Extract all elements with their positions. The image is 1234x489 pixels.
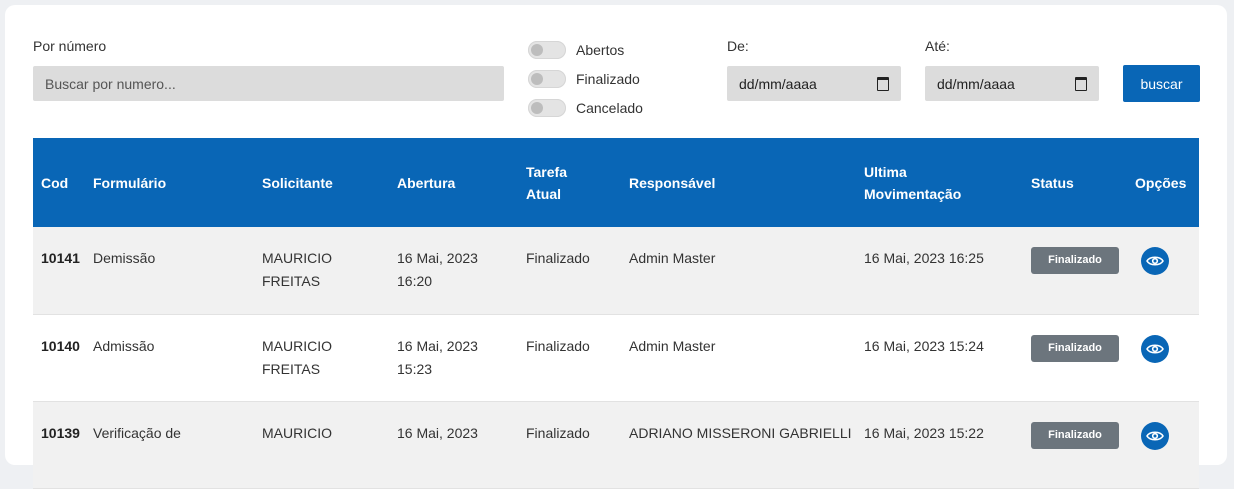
date-from-input[interactable]: dd/mm/aaaa [727, 66, 901, 101]
date-to-input[interactable]: dd/mm/aaaa [925, 66, 1099, 101]
table-row[interactable]: 10139 Verificação de MAURICIO 16 Mai, 20… [33, 401, 1199, 488]
abertura-date: 16 Mai, 2023 [397, 337, 478, 354]
cell-tarefa: Finalizado [526, 337, 590, 354]
requests-table: Cod Formulário Solicitante Abertura Tare… [33, 138, 1199, 489]
abertura-date: 16 Mai, 2023 [397, 424, 478, 441]
cell-ultima: 16 Mai, 2023 15:22 [864, 424, 984, 441]
number-filter-label: Por número [33, 38, 107, 54]
cell-cod: 10141 [41, 250, 80, 266]
toggle-finalizado[interactable]: Finalizado [528, 69, 640, 89]
toggle-cancelado[interactable]: Cancelado [528, 98, 643, 118]
solicitante-line1: MAURICIO [262, 250, 332, 266]
view-button[interactable] [1141, 334, 1169, 363]
view-button[interactable] [1141, 247, 1169, 275]
cell-solicitante: MAURICIO FREITAS [254, 227, 389, 314]
toggle-switch[interactable] [528, 70, 566, 88]
header-ultima-line1: Ultima [864, 163, 907, 180]
eye-icon [1146, 256, 1164, 266]
header-responsavel[interactable]: Responsável [621, 138, 856, 227]
header-formulario[interactable]: Formulário [85, 138, 254, 227]
abertura-time: 15:23 [397, 360, 433, 377]
search-number-input[interactable] [33, 66, 504, 101]
cell-tarefa: Finalizado [526, 424, 590, 441]
cell-opcoes [1127, 401, 1199, 488]
table-row[interactable]: 10141 Demissão MAURICIO FREITAS 16 Mai, 2… [33, 227, 1199, 314]
header-tarefa-line2: Atual [526, 185, 561, 202]
toggle-knob [531, 44, 543, 56]
status-badge: Finalizado [1031, 421, 1119, 449]
search-button[interactable]: buscar [1123, 65, 1200, 102]
toggle-abertos[interactable]: Abertos [528, 40, 624, 60]
solicitante-line2: FREITAS [262, 360, 321, 377]
header-ultima-movimentacao[interactable]: Ultima Movimentação [856, 138, 1023, 227]
toggle-knob [531, 102, 543, 114]
toggle-switch[interactable] [528, 41, 566, 59]
cell-formulario: Verificação de [93, 424, 181, 441]
header-solicitante[interactable]: Solicitante [254, 138, 389, 227]
cell-abertura: 16 Mai, 2023 [389, 401, 518, 488]
cell-formulario: Admissão [93, 337, 155, 354]
toggle-label: Abertos [576, 42, 625, 58]
calendar-icon[interactable] [1075, 76, 1087, 91]
cell-formulario: Demissão [93, 250, 156, 266]
cell-status: Finalizado [1023, 314, 1127, 401]
eye-icon [1146, 343, 1164, 354]
header-status[interactable]: Status [1023, 138, 1127, 227]
header-tarefa-line1: Tarefa [526, 163, 567, 180]
date-placeholder: dd/mm/aaaa [937, 75, 1015, 92]
header-abertura[interactable]: Abertura [389, 138, 518, 227]
cell-responsavel: Admin Master [629, 250, 716, 266]
toggle-knob [531, 73, 543, 85]
cell-ultima: 16 Mai, 2023 16:25 [864, 250, 984, 266]
cell-responsavel: Admin Master [629, 337, 716, 354]
solicitante-line1: MAURICIO [262, 424, 332, 441]
calendar-icon[interactable] [877, 76, 889, 91]
solicitante-line1: MAURICIO [262, 337, 332, 354]
eye-icon [1146, 430, 1164, 441]
view-button[interactable] [1141, 421, 1169, 450]
toggle-label: Finalizado [576, 71, 640, 87]
cell-cod: 10140 [41, 337, 80, 354]
abertura-time: 16:20 [397, 273, 433, 289]
abertura-date: 16 Mai, 2023 [397, 250, 478, 266]
cell-opcoes [1127, 227, 1199, 314]
table-header-row: Cod Formulário Solicitante Abertura Tare… [33, 138, 1199, 227]
cell-opcoes [1127, 314, 1199, 401]
header-tarefa-atual[interactable]: Tarefa Atual [518, 138, 621, 227]
cell-responsavel: ADRIANO MISSERONI GABRIELLI [629, 424, 852, 441]
toggle-switch[interactable] [528, 99, 566, 117]
solicitante-line2: FREITAS [262, 273, 321, 289]
toggle-label: Cancelado [576, 100, 643, 116]
cell-tarefa: Finalizado [526, 250, 590, 266]
cell-solicitante: MAURICIO FREITAS [254, 314, 389, 401]
cell-status: Finalizado [1023, 227, 1127, 314]
status-badge: Finalizado [1031, 247, 1119, 274]
date-to-label: Até: [925, 38, 950, 54]
cell-cod: 10139 [41, 424, 80, 441]
cell-abertura: 16 Mai, 2023 16:20 [389, 227, 518, 314]
table-row[interactable]: 10140 Admissão MAURICIO FREITAS 16 Mai, 2… [33, 314, 1199, 401]
header-opcoes: Opções [1135, 174, 1187, 191]
cell-ultima: 16 Mai, 2023 15:24 [864, 337, 984, 354]
header-cod[interactable]: Cod [33, 138, 85, 227]
cell-status: Finalizado [1023, 401, 1127, 488]
date-placeholder: dd/mm/aaaa [739, 75, 817, 92]
cell-solicitante: MAURICIO [254, 401, 389, 488]
header-ultima-line2: Movimentação [864, 185, 962, 202]
cell-abertura: 16 Mai, 2023 15:23 [389, 314, 518, 401]
date-from-label: De: [727, 38, 749, 54]
status-badge: Finalizado [1031, 334, 1119, 362]
